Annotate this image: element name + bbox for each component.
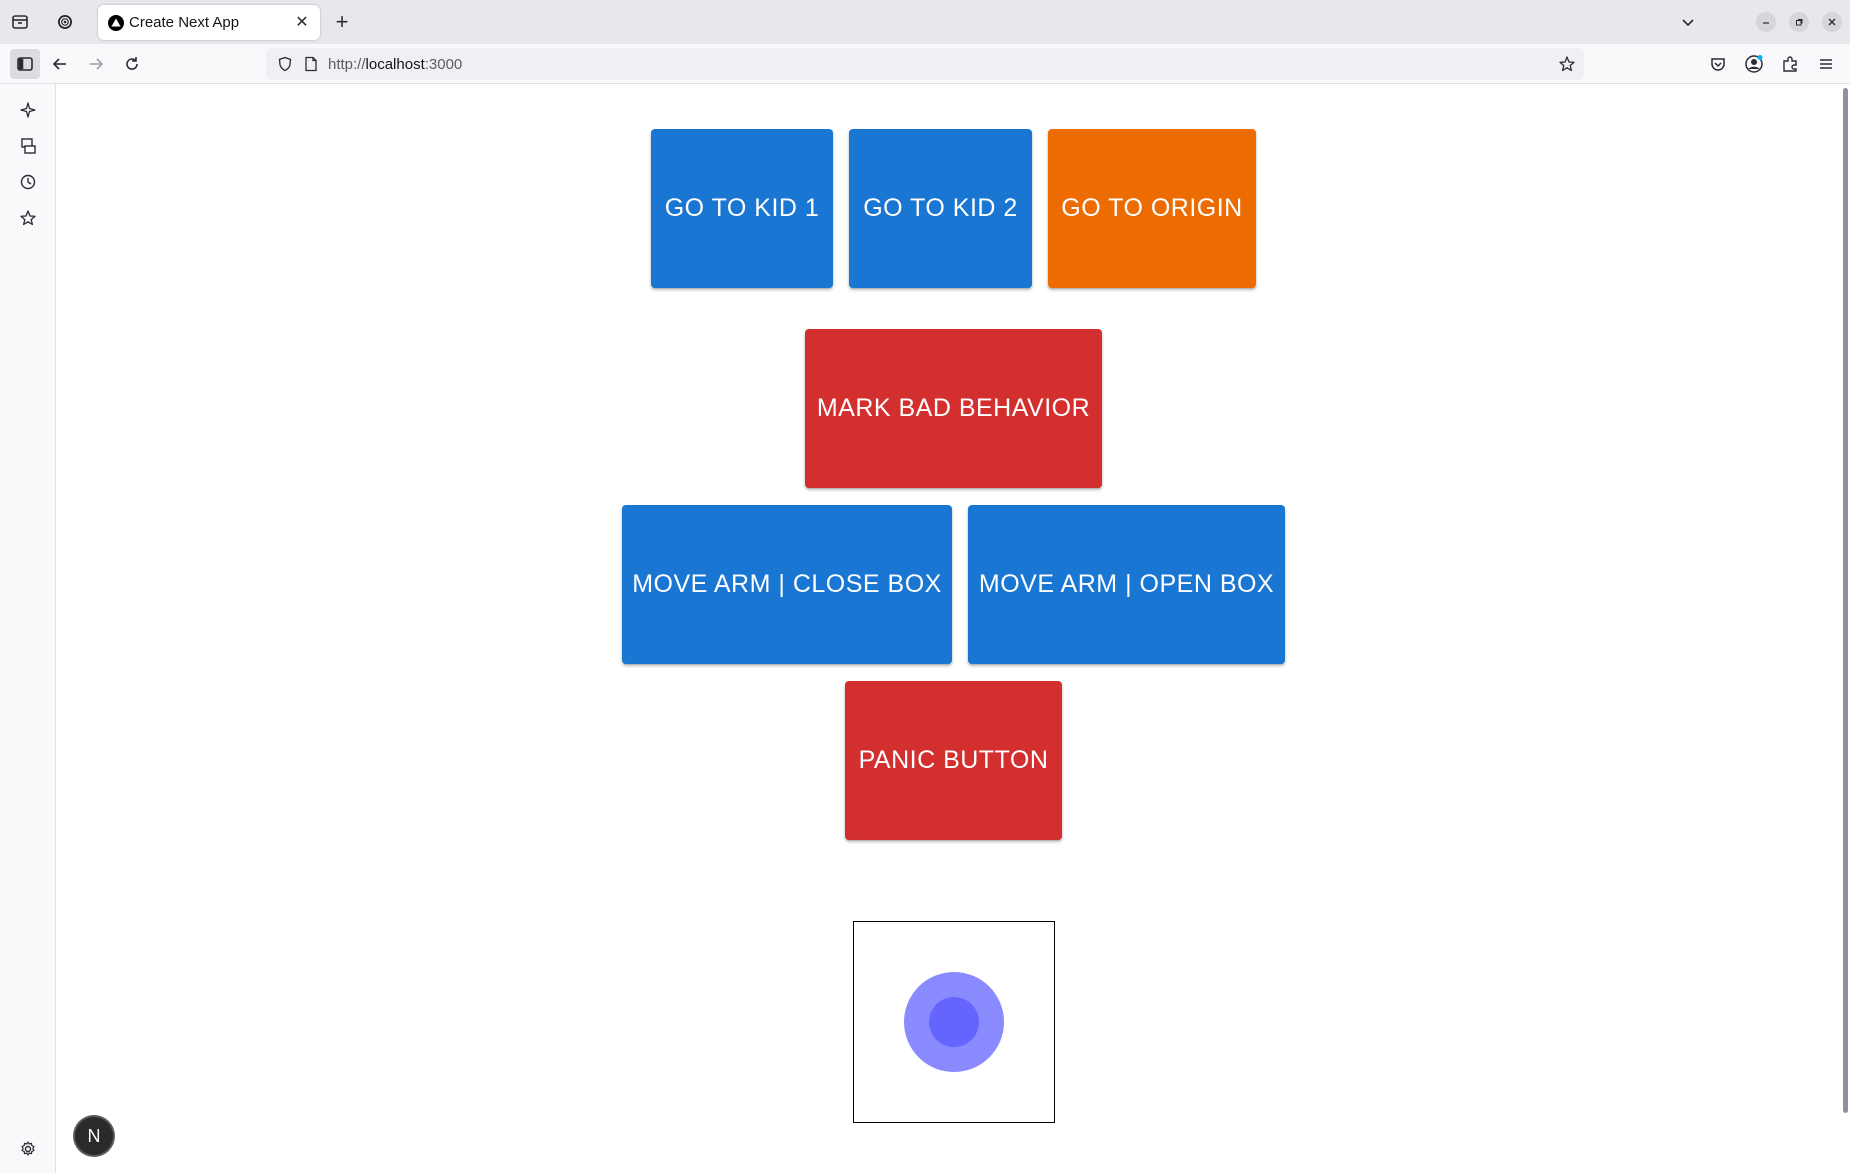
extensions-icon[interactable] <box>1777 51 1803 77</box>
forward-arrow-icon[interactable] <box>83 51 109 77</box>
restore-window-icon[interactable] <box>1789 12 1809 32</box>
firefox-view-icon[interactable] <box>8 10 32 34</box>
mark-bad-behavior-button[interactable]: MARK BAD BEHAVIOR <box>805 329 1102 488</box>
move-arm-open-box-button[interactable]: MOVE ARM | OPEN BOX <box>968 505 1285 664</box>
ai-chatbot-sparkle-icon[interactable] <box>16 98 40 122</box>
private-browsing-icon[interactable] <box>53 10 77 34</box>
go-to-kid-1-button[interactable]: GO TO KID 1 <box>651 129 833 288</box>
reload-icon[interactable] <box>119 51 145 77</box>
joystick-pad[interactable] <box>853 921 1055 1123</box>
url-port: :3000 <box>424 56 463 73</box>
nextjs-dev-tools-badge[interactable]: N <box>75 1117 113 1155</box>
browser-sidebar <box>0 84 56 1173</box>
tab-strip: Create Next App ✕ + <box>0 0 1850 44</box>
menu-hamburger-icon[interactable] <box>1813 51 1839 77</box>
bookmark-star-icon[interactable] <box>1554 51 1580 77</box>
pocket-icon[interactable] <box>1705 51 1731 77</box>
url-text: http://localhost:3000 <box>328 56 462 73</box>
page-content: GO TO KID 1 GO TO KID 2 GO TO ORIGIN MAR… <box>56 84 1850 1173</box>
back-arrow-icon[interactable] <box>47 51 73 77</box>
move-arm-close-box-button[interactable]: MOVE ARM | CLOSE BOX <box>622 505 952 664</box>
synced-tabs-icon[interactable] <box>16 134 40 158</box>
new-tab-button[interactable]: + <box>330 9 354 34</box>
joystick-handle[interactable] <box>929 997 979 1047</box>
tab-active[interactable]: Create Next App ✕ <box>98 5 320 40</box>
navigation-toolbar: http://localhost:3000 <box>0 44 1850 84</box>
minimize-window-icon[interactable] <box>1756 12 1776 32</box>
sidebar-settings-gear-icon[interactable] <box>16 1137 40 1161</box>
close-window-icon[interactable] <box>1822 12 1842 32</box>
history-clock-icon[interactable] <box>16 170 40 194</box>
tab-title: Create Next App <box>129 14 240 31</box>
account-icon[interactable] <box>1741 51 1767 77</box>
url-host: localhost <box>365 56 425 73</box>
nextjs-favicon-icon <box>108 15 124 31</box>
list-all-tabs-icon[interactable] <box>1676 10 1700 34</box>
sidebar-toggle-icon[interactable] <box>10 49 40 79</box>
tab-close-icon[interactable]: ✕ <box>292 12 312 32</box>
address-bar[interactable]: http://localhost:3000 <box>266 48 1584 80</box>
panic-button[interactable]: PANIC BUTTON <box>845 681 1062 840</box>
shield-icon[interactable] <box>272 51 298 77</box>
bookmarks-star-icon[interactable] <box>16 206 40 230</box>
go-to-kid-2-button[interactable]: GO TO KID 2 <box>849 129 1032 288</box>
page-info-icon[interactable] <box>298 51 324 77</box>
url-scheme: http:// <box>328 56 366 73</box>
go-to-origin-button[interactable]: GO TO ORIGIN <box>1048 129 1256 288</box>
page-scrollbar[interactable] <box>1843 88 1848 1113</box>
